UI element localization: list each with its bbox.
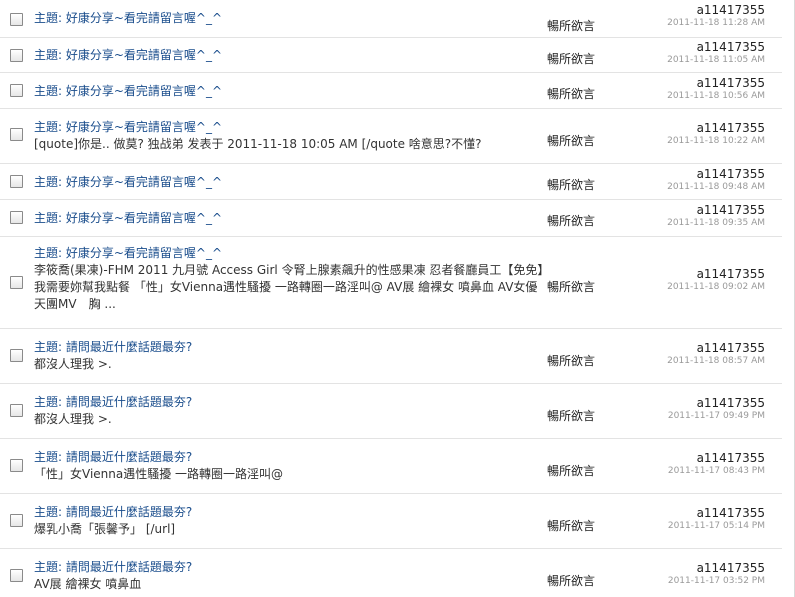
post-date: 2011-11-18 09:35 AM xyxy=(667,218,765,228)
folder-label: 暢所欲言 xyxy=(547,178,596,192)
message-snippet: 李筱喬(果凍)-FHM 2011 九月號 Access Girl 令腎上腺素飆升… xyxy=(34,263,544,311)
list-item[interactable]: 主題: 請問最近什麼話題最夯? 都沒人理我 >. 暢所欲言 a11417355 … xyxy=(0,384,782,439)
author-name[interactable]: a11417355 xyxy=(697,40,765,54)
post-date: 2011-11-17 05:14 PM xyxy=(667,521,765,531)
list-item[interactable]: 主題: 好康分享~看完請留言喔^_^ 暢所欲言 a11417355 2011-1… xyxy=(0,0,782,38)
list-item[interactable]: 主題: 好康分享~看完請留言喔^_^ 暢所欲言 a11417355 2011-1… xyxy=(0,73,782,109)
message-text: 主題: 請問最近什麼話題最夯? 都沒人理我 >. xyxy=(34,394,544,428)
message-text: 主題: 好康分享~看完請留言喔^_^ xyxy=(34,83,544,100)
list-item[interactable]: 主題: 好康分享~看完請留言喔^_^ [quote]你是.. 做莫? 独战弟 发… xyxy=(0,109,782,164)
subject-link[interactable]: 主題: 好康分享~看完請留言喔^_^ xyxy=(34,210,544,227)
message-snippet: [quote]你是.. 做莫? 独战弟 发表于 2011-11-18 10:05… xyxy=(34,137,482,151)
post-date: 2011-11-17 03:52 PM xyxy=(667,576,765,586)
post-date: 2011-11-18 10:56 AM xyxy=(667,91,765,101)
list-item[interactable]: 主題: 好康分享~看完請留言喔^_^ 李筱喬(果凍)-FHM 2011 九月號 … xyxy=(0,237,782,329)
select-checkbox[interactable] xyxy=(10,569,23,582)
message-snippet: AV展 繪裸女 噴鼻血 xyxy=(34,577,142,591)
select-checkbox[interactable] xyxy=(10,13,23,26)
subject-link[interactable]: 主題: 好康分享~看完請留言喔^_^ xyxy=(34,47,544,64)
subject-link[interactable]: 主題: 好康分享~看完請留言喔^_^ xyxy=(34,119,544,136)
author-name[interactable]: a11417355 xyxy=(697,451,765,465)
subject-link[interactable]: 主題: 好康分享~看完請留言喔^_^ xyxy=(34,174,544,191)
message-text: 主題: 好康分享~看完請留言喔^_^ xyxy=(34,210,544,227)
message-text: 主題: 請問最近什麼話題最夯? AV展 繪裸女 噴鼻血 xyxy=(34,559,544,593)
message-snippet: 「性」女Vienna遇性騷擾 一路轉圈一路淫叫@ xyxy=(34,467,284,481)
list-item[interactable]: 主題: 請問最近什麼話題最夯? AV展 繪裸女 噴鼻血 暢所欲言 a114173… xyxy=(0,549,782,597)
select-checkbox[interactable] xyxy=(10,514,23,527)
subject-link[interactable]: 主題: 請問最近什麼話題最夯? xyxy=(34,559,544,576)
author-name[interactable]: a11417355 xyxy=(697,3,765,17)
author-name[interactable]: a11417355 xyxy=(697,167,765,181)
folder-label: 暢所欲言 xyxy=(547,409,596,423)
message-snippet: 都沒人理我 >. xyxy=(34,357,112,371)
subject-link[interactable]: 主題: 好康分享~看完請留言喔^_^ xyxy=(34,245,544,262)
message-text: 主題: 好康分享~看完請留言喔^_^ 李筱喬(果凍)-FHM 2011 九月號 … xyxy=(34,245,544,313)
message-list: 主題: 好康分享~看完請留言喔^_^ 暢所欲言 a11417355 2011-1… xyxy=(0,0,795,597)
author-name[interactable]: a11417355 xyxy=(697,203,765,217)
list-item[interactable]: 主題: 請問最近什麼話題最夯? 都沒人理我 >. 暢所欲言 a11417355 … xyxy=(0,329,782,384)
subject-link[interactable]: 主題: 好康分享~看完請留言喔^_^ xyxy=(34,83,544,100)
select-checkbox[interactable] xyxy=(10,276,23,289)
folder-label: 暢所欲言 xyxy=(547,214,596,228)
message-text: 主題: 請問最近什麼話題最夯? 爆乳小喬「張馨予」 [/url] xyxy=(34,504,544,538)
author-name[interactable]: a11417355 xyxy=(697,267,765,281)
author-name[interactable]: a11417355 xyxy=(697,506,765,520)
folder-label: 暢所欲言 xyxy=(547,134,596,148)
message-text: 主題: 好康分享~看完請留言喔^_^ xyxy=(34,174,544,191)
subject-link[interactable]: 主題: 請問最近什麼話題最夯? xyxy=(34,449,544,466)
post-date: 2011-11-18 09:02 AM xyxy=(667,282,765,292)
post-date: 2011-11-18 11:28 AM xyxy=(667,18,765,28)
author-name[interactable]: a11417355 xyxy=(697,341,765,355)
list-item[interactable]: 主題: 好康分享~看完請留言喔^_^ 暢所欲言 a11417355 2011-1… xyxy=(0,200,782,237)
post-date: 2011-11-18 11:05 AM xyxy=(667,55,765,65)
list-item[interactable]: 主題: 請問最近什麼話題最夯? 爆乳小喬「張馨予」 [/url] 暢所欲言 a1… xyxy=(0,494,782,549)
message-text: 主題: 好康分享~看完請留言喔^_^ xyxy=(34,47,544,64)
message-snippet: 都沒人理我 >. xyxy=(34,412,112,426)
subject-link[interactable]: 主題: 好康分享~看完請留言喔^_^ xyxy=(34,10,544,27)
list-item[interactable]: 主題: 好康分享~看完請留言喔^_^ 暢所欲言 a11417355 2011-1… xyxy=(0,38,782,73)
folder-label: 暢所欲言 xyxy=(547,52,596,66)
select-checkbox[interactable] xyxy=(10,211,23,224)
message-text: 主題: 好康分享~看完請留言喔^_^ xyxy=(34,10,544,27)
select-checkbox[interactable] xyxy=(10,128,23,141)
subject-link[interactable]: 主題: 請問最近什麼話題最夯? xyxy=(34,339,544,356)
folder-label: 暢所欲言 xyxy=(547,19,596,33)
select-checkbox[interactable] xyxy=(10,404,23,417)
post-date: 2011-11-18 09:48 AM xyxy=(667,182,765,192)
folder-label: 暢所欲言 xyxy=(547,354,596,368)
message-text: 主題: 請問最近什麼話題最夯? 都沒人理我 >. xyxy=(34,339,544,373)
folder-label: 暢所欲言 xyxy=(547,87,596,101)
list-item[interactable]: 主題: 好康分享~看完請留言喔^_^ 暢所欲言 a11417355 2011-1… xyxy=(0,164,782,200)
subject-link[interactable]: 主題: 請問最近什麼話題最夯? xyxy=(34,394,544,411)
message-text: 主題: 好康分享~看完請留言喔^_^ [quote]你是.. 做莫? 独战弟 发… xyxy=(34,119,544,153)
folder-label: 暢所欲言 xyxy=(547,280,596,294)
message-snippet: 爆乳小喬「張馨予」 [/url] xyxy=(34,522,176,536)
folder-label: 暢所欲言 xyxy=(547,519,596,533)
select-checkbox[interactable] xyxy=(10,175,23,188)
post-date: 2011-11-18 10:22 AM xyxy=(667,136,765,146)
post-date: 2011-11-17 08:43 PM xyxy=(667,466,765,476)
author-name[interactable]: a11417355 xyxy=(697,396,765,410)
message-text: 主題: 請問最近什麼話題最夯? 「性」女Vienna遇性騷擾 一路轉圈一路淫叫@ xyxy=(34,449,544,483)
post-date: 2011-11-17 09:49 PM xyxy=(667,411,765,421)
list-item[interactable]: 主題: 請問最近什麼話題最夯? 「性」女Vienna遇性騷擾 一路轉圈一路淫叫@… xyxy=(0,439,782,494)
select-checkbox[interactable] xyxy=(10,84,23,97)
subject-link[interactable]: 主題: 請問最近什麼話題最夯? xyxy=(34,504,544,521)
author-name[interactable]: a11417355 xyxy=(697,561,765,575)
post-date: 2011-11-18 08:57 AM xyxy=(667,356,765,366)
folder-label: 暢所欲言 xyxy=(547,464,596,478)
author-name[interactable]: a11417355 xyxy=(697,76,765,90)
author-name[interactable]: a11417355 xyxy=(697,121,765,135)
folder-label: 暢所欲言 xyxy=(547,574,596,588)
select-checkbox[interactable] xyxy=(10,349,23,362)
select-checkbox[interactable] xyxy=(10,49,23,62)
select-checkbox[interactable] xyxy=(10,459,23,472)
